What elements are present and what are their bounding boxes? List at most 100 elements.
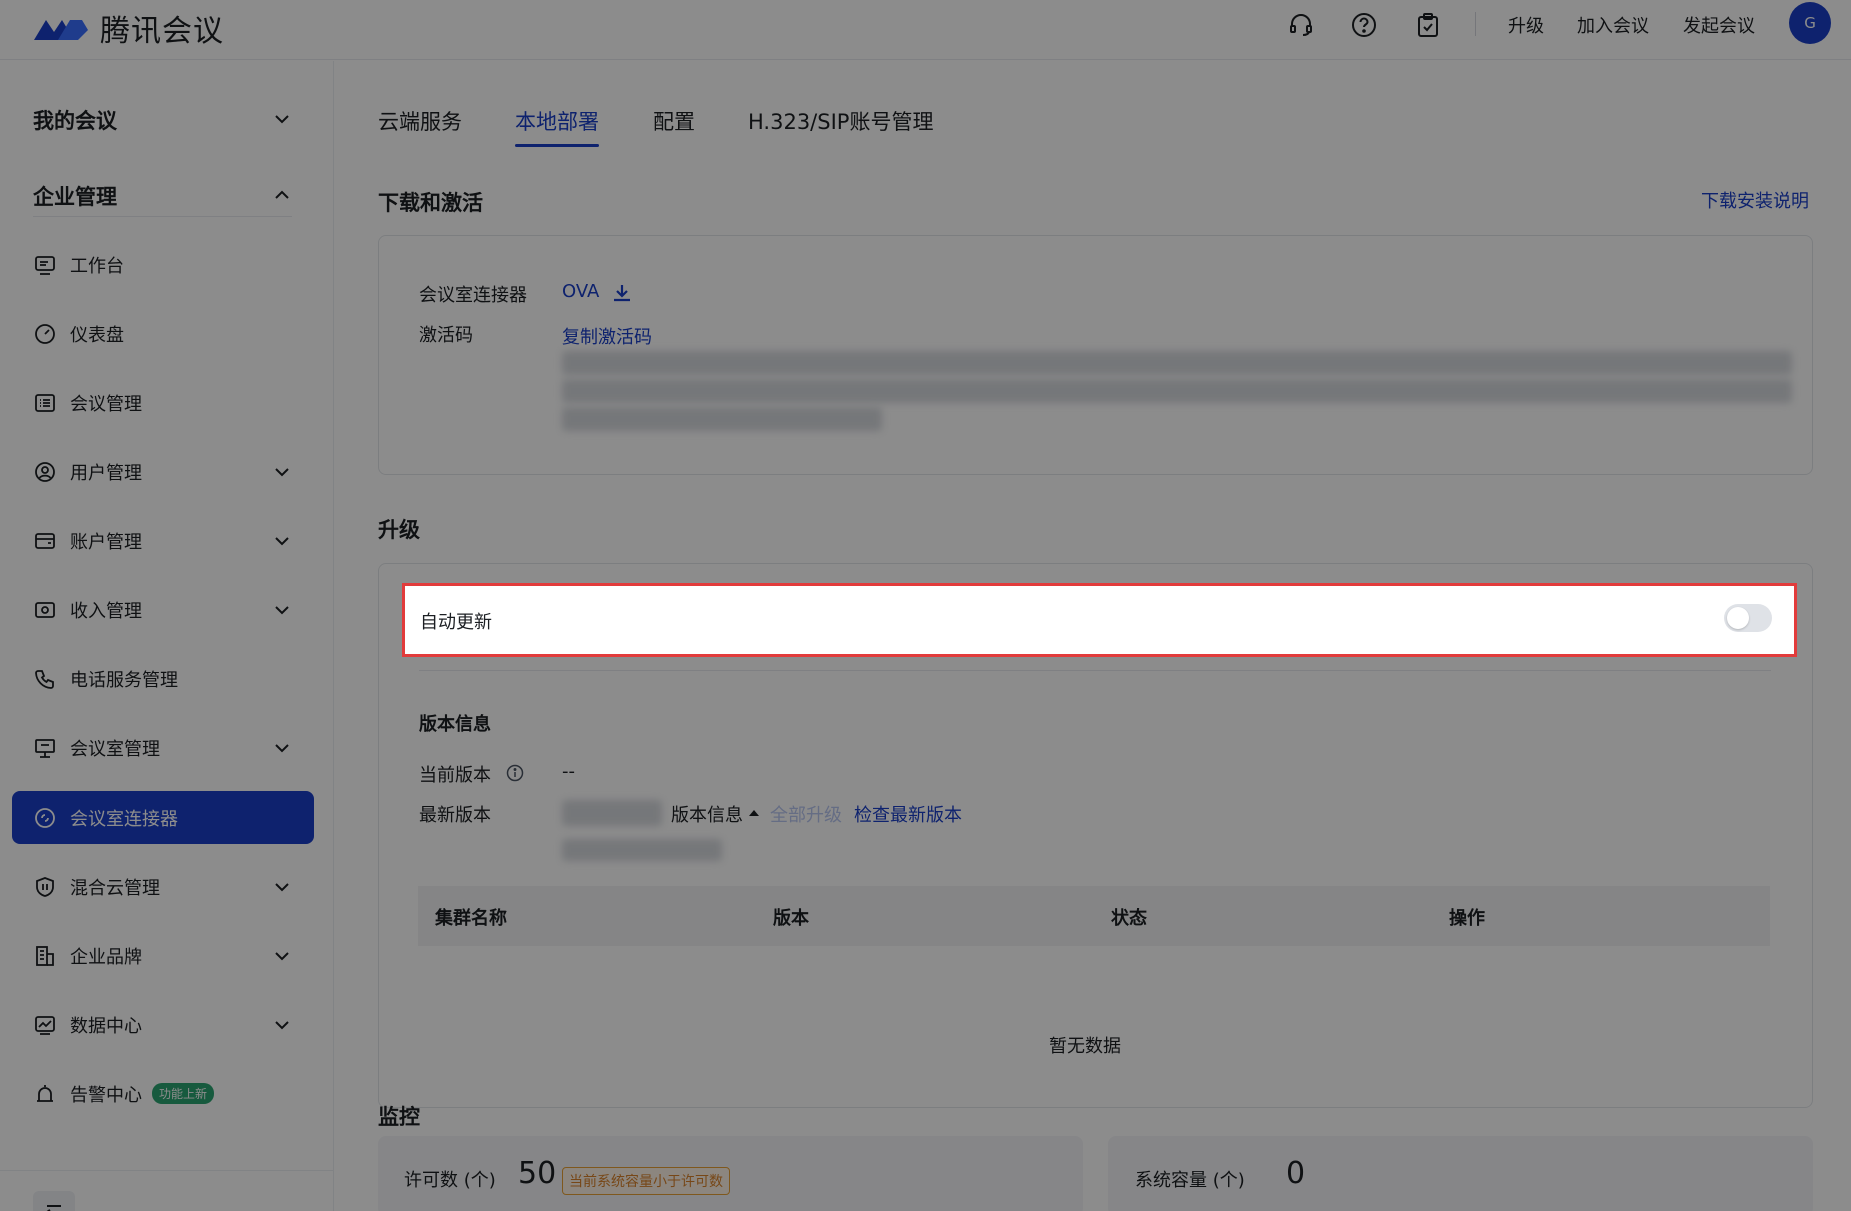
sidebar-item-account-management[interactable]: 账户管理 — [12, 514, 314, 567]
user-circle-icon — [35, 461, 55, 482]
sidebar-item-enterprise-brand[interactable]: 企业品牌 — [12, 929, 314, 982]
latest-version-redacted — [562, 800, 662, 826]
chevron-down-icon — [275, 467, 289, 476]
sidebar-item-user-management[interactable]: 用户管理 — [12, 445, 314, 498]
sidebar-item-workbench[interactable]: 工作台 — [12, 238, 314, 291]
list-icon — [35, 393, 55, 412]
sidebar-item-phone-service[interactable]: 电话服务管理 — [12, 652, 314, 705]
th-actions[interactable]: 操作 — [1449, 904, 1485, 930]
tab-config[interactable]: 配置 — [653, 106, 695, 136]
clipboard-check-icon[interactable] — [1413, 10, 1443, 40]
ova-download-link[interactable]: OVA — [562, 281, 599, 302]
sidebar-item-income-management[interactable]: 收入管理 — [12, 583, 314, 636]
current-version-label: 当前版本 — [419, 765, 491, 786]
capacity-warning-badge: 当前系统容量小于许可数 — [562, 1167, 730, 1195]
upgrade-link[interactable]: 升级 — [1508, 12, 1544, 38]
chevron-up-icon[interactable] — [272, 185, 292, 205]
connector-icon — [35, 807, 55, 828]
sidebar-item-meeting-management[interactable]: 会议管理 — [12, 376, 314, 429]
toggle-knob — [1727, 607, 1749, 629]
sidebar-item-label: 仪表盘 — [70, 324, 124, 346]
chevron-down-icon — [275, 605, 289, 614]
sidebar-group-enterprise[interactable]: 企业管理 — [33, 181, 117, 211]
check-latest-version-link[interactable]: 检查最新版本 — [854, 801, 962, 827]
building-icon — [36, 945, 54, 966]
join-meeting-link[interactable]: 加入会议 — [1577, 12, 1649, 38]
sidebar-item-label: 收入管理 — [70, 600, 142, 622]
tab-cloud-service[interactable]: 云端服务 — [378, 106, 462, 136]
sidebar-item-room-connector[interactable]: 会议室连接器 — [12, 791, 314, 844]
start-meeting-link[interactable]: 发起会议 — [1683, 12, 1755, 38]
download-icon[interactable] — [611, 282, 633, 304]
sidebar-item-label: 企业品牌 — [70, 946, 142, 968]
license-card: 许可数 (个) 50 — [378, 1136, 1083, 1211]
th-version[interactable]: 版本 — [773, 904, 809, 930]
sidebar-item-label: 用户管理 — [70, 462, 142, 484]
install-guide-link[interactable]: 下载安装说明 — [1701, 187, 1809, 213]
sidebar-item-hybrid-cloud[interactable]: 混合云管理 — [12, 860, 314, 913]
section-title-download: 下载和激活 — [378, 191, 483, 215]
auto-update-label: 自动更新 — [420, 612, 492, 633]
sidebar-group-my-meetings[interactable]: 我的会议 — [33, 105, 117, 135]
tab-h323-sip[interactable]: H.323/SIP账号管理 — [748, 106, 933, 136]
help-icon[interactable] — [1349, 10, 1379, 40]
avatar[interactable]: G — [1789, 2, 1831, 44]
capacity-card: 系统容量 (个) 0 — [1108, 1136, 1813, 1211]
sidebar-item-label: 会议室管理 — [70, 738, 160, 760]
version-info-toggle[interactable]: 版本信息 — [671, 801, 743, 827]
tab-local-deployment[interactable]: 本地部署 — [515, 106, 599, 136]
app-name: 腾讯会议 — [100, 14, 224, 49]
tencent-meeting-logo-icon — [34, 20, 88, 40]
alarm-icon — [37, 1084, 53, 1102]
hybrid-cloud-icon — [36, 876, 54, 897]
sidebar-item-data-center[interactable]: 数据中心 — [12, 998, 314, 1051]
auto-update-toggle[interactable] — [1724, 604, 1772, 632]
active-tab-indicator — [515, 144, 599, 147]
sidebar-item-label: 工作台 — [70, 255, 124, 277]
version-info-title: 版本信息 — [419, 714, 491, 735]
wallet-icon — [35, 532, 55, 549]
chevron-down-icon — [275, 536, 289, 545]
connector-label: 会议室连接器 — [419, 285, 527, 306]
latest-version-label: 最新版本 — [419, 805, 491, 826]
gauge-icon — [35, 323, 55, 344]
info-icon[interactable] — [506, 764, 524, 782]
activation-code-redacted — [562, 351, 1792, 375]
headset-icon[interactable] — [1286, 10, 1316, 40]
copy-activation-code-link[interactable]: 复制激活码 — [562, 323, 652, 349]
chevron-down-icon[interactable] — [272, 109, 292, 129]
cluster-table-header: 集群名称 版本 状态 操作 — [418, 886, 1770, 946]
sidebar-item-label: 账户管理 — [70, 531, 142, 553]
divider — [419, 670, 1771, 671]
sidebar-item-label: 混合云管理 — [70, 877, 160, 899]
caret-up-icon[interactable] — [748, 808, 760, 818]
room-icon — [35, 738, 55, 758]
collapse-sidebar-button[interactable] — [33, 1191, 75, 1211]
upgrade-all-button[interactable]: 全部升级 — [770, 801, 842, 827]
th-cluster-name[interactable]: 集群名称 — [435, 904, 507, 930]
download-card: 会议室连接器 OVA 激活码 复制激活码 — [378, 235, 1813, 475]
menu-collapse-icon — [46, 1205, 61, 1211]
sidebar-item-dashboard[interactable]: 仪表盘 — [12, 307, 314, 360]
chevron-down-icon — [275, 743, 289, 752]
header-divider — [1475, 12, 1476, 36]
sidebar-item-alarm-center[interactable]: 告警中心 功能上新 — [12, 1067, 314, 1120]
sidebar-item-label: 电话服务管理 — [70, 669, 178, 691]
sidebar-item-label: 数据中心 — [70, 1015, 142, 1037]
sidebar-bottom-divider — [0, 1170, 333, 1171]
table-empty-text: 暂无数据 — [1049, 1036, 1121, 1057]
th-status[interactable]: 状态 — [1111, 904, 1147, 930]
chevron-down-icon — [275, 1020, 289, 1029]
license-value: 50 — [518, 1156, 557, 1191]
chevron-down-icon — [275, 882, 289, 891]
new-feature-badge: 功能上新 — [152, 1083, 215, 1104]
activation-code-label: 激活码 — [419, 325, 473, 346]
sidebar-item-label: 会议管理 — [70, 393, 142, 415]
sidebar-item-label: 告警中心 — [70, 1084, 142, 1106]
auto-update-row: 自动更新 — [402, 583, 1797, 657]
sidebar-item-label: 会议室连接器 — [70, 808, 178, 830]
sidebar-divider — [33, 216, 292, 217]
sidebar-item-room-management[interactable]: 会议室管理 — [12, 721, 314, 774]
logo[interactable]: 腾讯会议 — [32, 6, 224, 50]
top-header: 腾讯会议 升级 加入会议 发起会议 G — [0, 0, 1851, 60]
